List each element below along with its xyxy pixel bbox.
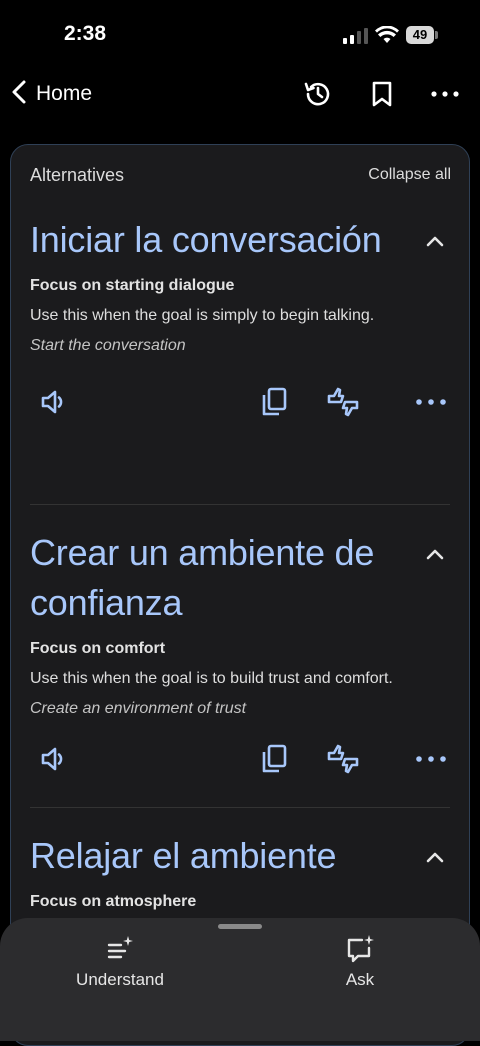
tab-understand[interactable]: Understand — [50, 934, 190, 990]
divider — [30, 807, 450, 808]
ask-sparkle-icon — [345, 934, 375, 964]
understand-sparkle-icon — [105, 934, 135, 964]
alternative-actions — [30, 742, 452, 786]
alternative-item: Crear un ambiente de confianza Focus on … — [30, 528, 452, 786]
back-label: Home — [36, 82, 93, 105]
battery-indicator: 49 — [406, 26, 434, 44]
feedback-thumbs-icon[interactable] — [326, 742, 360, 776]
alternative-focus: Focus on comfort — [30, 640, 166, 657]
alternative-translation: Start the conversation — [30, 337, 186, 354]
status-time: 2:38 — [64, 22, 107, 45]
more-actions-icon[interactable] — [414, 742, 448, 776]
chevron-up-icon[interactable] — [422, 845, 448, 871]
speaker-icon[interactable] — [38, 742, 72, 776]
status-bar: 2:38 49 — [0, 0, 480, 70]
alternative-focus: Focus on atmosphere — [30, 893, 197, 910]
sheet-drag-handle[interactable] — [218, 924, 262, 929]
alternative-title: Relajar el ambiente — [30, 835, 337, 876]
feedback-thumbs-icon[interactable] — [326, 385, 360, 419]
alternative-item: Iniciar la conversación Focus on startin… — [30, 215, 452, 429]
copy-icon[interactable] — [258, 385, 292, 419]
cellular-signal-icon — [343, 28, 369, 44]
alternative-title: Iniciar la conversación — [30, 219, 382, 260]
bookmark-icon[interactable] — [366, 78, 398, 110]
alternative-description: Use this when the goal is to build trust… — [30, 670, 393, 687]
tab-ask-label: Ask — [345, 970, 375, 989]
chevron-left-icon — [10, 79, 30, 110]
chevron-up-icon[interactable] — [422, 542, 448, 568]
divider — [30, 504, 450, 505]
chevron-up-icon[interactable] — [422, 229, 448, 255]
bottom-sheet: Understand Ask — [0, 918, 480, 1041]
nav-bar: Home — [0, 70, 480, 122]
alternative-description: Use this when the goal is simply to begi… — [30, 307, 375, 324]
tab-understand-label: Understand — [76, 970, 164, 989]
alternative-item: Relajar el ambiente Focus on atmosphere — [30, 831, 452, 911]
more-options-icon[interactable] — [429, 78, 461, 110]
copy-icon[interactable] — [258, 742, 292, 776]
battery-nub — [435, 31, 438, 39]
back-button[interactable]: Home — [10, 78, 92, 110]
wifi-icon — [375, 25, 399, 44]
alternative-focus: Focus on starting dialogue — [30, 277, 235, 294]
alternatives-card: Alternatives Collapse all Iniciar la con… — [10, 144, 470, 1046]
more-actions-icon[interactable] — [414, 385, 448, 419]
collapse-all-button[interactable]: Collapse all — [368, 166, 451, 184]
speaker-icon[interactable] — [38, 385, 72, 419]
history-icon[interactable] — [302, 78, 334, 110]
alternative-translation: Create an environment of trust — [30, 700, 247, 717]
alternative-actions — [30, 385, 452, 429]
alternatives-heading: Alternatives — [30, 165, 125, 185]
alternative-title: Crear un ambiente de confianza — [30, 532, 375, 623]
tab-ask[interactable]: Ask — [290, 934, 430, 990]
